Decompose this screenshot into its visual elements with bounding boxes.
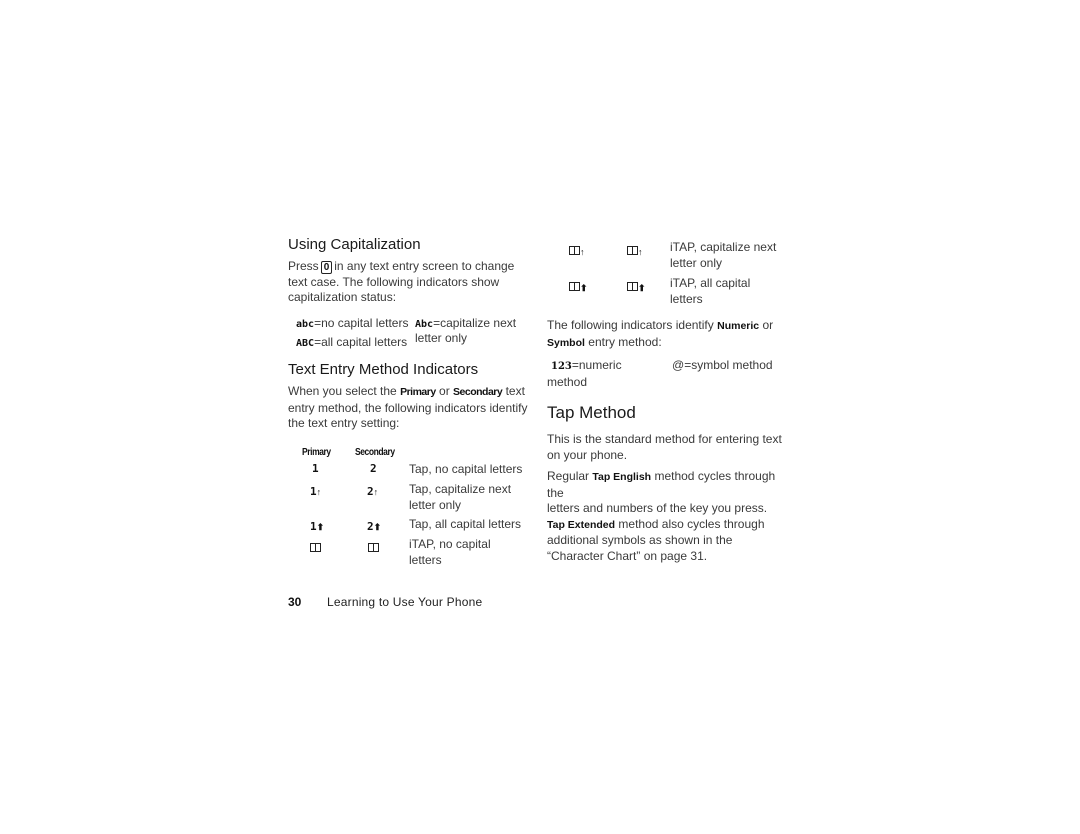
para-text: entry method: [588, 334, 662, 349]
at-symbol-icon: @ [672, 358, 685, 372]
indicator-label: =numeric [571, 358, 622, 372]
abc-lowercase-icon: abc [296, 319, 315, 330]
para-text: letters and numbers of the key you press… [547, 501, 768, 515]
para-text: on your phone. [547, 447, 628, 462]
indicator-label: =capitalize next [433, 316, 517, 330]
up-arrow-small-icon: ↑ [316, 487, 322, 497]
heading-using-capitalization: Using Capitalization [288, 236, 421, 253]
indicator-label: =symbol method [684, 358, 773, 372]
symbol-term: Symbol [547, 336, 585, 349]
desc-line: letters [409, 552, 442, 567]
indicator-label: =no capital letters [314, 316, 409, 330]
row-description: Tap, all capital letters [409, 517, 522, 531]
para-text: text [505, 384, 525, 398]
page-number: 30 [288, 595, 302, 609]
para-text: additional symbols as shown in the [547, 533, 733, 547]
indicator-label: method [547, 374, 588, 389]
itap-secondary-book-icon [368, 539, 379, 557]
numeric-123-icon: 123 [551, 361, 572, 372]
column-header-primary: Primary [302, 447, 331, 458]
character-chart-reference: “Character Chart” on page 31. [547, 548, 708, 563]
indicator-symbol: @=symbol method [672, 358, 773, 374]
book-icon [368, 543, 379, 552]
indicator-numeric: 123=numeric method [547, 358, 622, 390]
section-title: Learning to Use Your Phone [327, 595, 483, 609]
row-description: Tap, no capital letters [409, 462, 523, 476]
abc-uppercase-icon: ABC [296, 338, 315, 349]
up-arrow-small-icon: ↑ [373, 487, 379, 497]
secondary-term: Secondary [453, 386, 503, 398]
para-text: in any text entry screen to change [334, 259, 515, 273]
desc-line: letter only [409, 497, 462, 512]
heading-text-entry-method-indicators: Text Entry Method Indicators [288, 361, 479, 378]
itap-all-caps-primary-icon: ⬆ [569, 278, 588, 296]
tap-capitalize-primary-icon: 1↑ [310, 482, 321, 500]
itap-row-description: iTAP, capitalize next letter only [670, 240, 776, 271]
tap-primary-icon: 1 [312, 462, 319, 475]
digit: 1 [310, 520, 317, 533]
up-arrow-bold-icon: ⬆ [638, 283, 646, 293]
column-header-secondary: Secondary [355, 447, 395, 458]
numeric-symbol-paragraph: The following indicators identify Numeri… [547, 318, 792, 351]
row-description: iTAP, no capital letters [409, 537, 491, 568]
para-text: entry method, the following indicators i… [288, 400, 528, 415]
tap-method-paragraph-1: This is the standard method for entering… [547, 432, 792, 463]
itap-capitalize-primary-icon: ↑ [569, 242, 585, 260]
book-icon [627, 282, 638, 291]
desc-line: letter only [670, 255, 723, 270]
para-text: Regular [547, 469, 590, 483]
itap-capitalize-secondary-icon: ↑ [627, 242, 643, 260]
tap-english-term: Tap English [592, 471, 652, 483]
up-arrow-bold-icon: ⬆ [316, 522, 325, 532]
up-arrow-bold-icon: ⬆ [580, 283, 588, 293]
para-text: Press [288, 259, 319, 273]
capitalization-paragraph: Press 0 in any text entry screen to change… [288, 259, 528, 306]
para-text: or [439, 384, 450, 398]
book-icon [569, 246, 580, 255]
desc-line: letters [670, 291, 703, 306]
up-arrow-small-icon: ↑ [580, 247, 585, 257]
tap-secondary-icon: 2 [370, 462, 377, 475]
heading-tap-method: Tap Method [547, 403, 636, 422]
desc-line: iTAP, no capital [409, 537, 491, 551]
up-arrow-small-icon: ↑ [638, 247, 643, 257]
para-text: This is the standard method for entering… [547, 432, 782, 446]
tap-method-paragraph-2: Regular Tap English method cycles throug… [547, 469, 792, 564]
para-text: the text entry setting: [288, 416, 400, 430]
tap-all-caps-primary-icon: 1⬆ [310, 517, 324, 535]
desc-line: iTAP, all capital [670, 276, 751, 290]
para-text: or [762, 318, 774, 332]
primary-term: Primary [400, 386, 436, 398]
para-text: text case. The following indicators show [288, 274, 500, 289]
itap-primary-book-icon [310, 539, 321, 557]
digit: 1 [310, 485, 317, 498]
itap-all-caps-secondary-icon: ⬆ [627, 278, 646, 296]
para-text: The following indicators identify [547, 318, 714, 332]
book-icon [310, 543, 321, 552]
text-entry-paragraph: When you select the Primary or Secondary… [288, 384, 528, 432]
itap-row-description: iTAP, all capital letters [670, 276, 750, 307]
indicator-label: =all capital letters [314, 335, 408, 349]
para-text: capitalization status: [288, 290, 397, 304]
book-icon [569, 282, 580, 291]
digit: 2 [367, 520, 374, 533]
digit: 2 [367, 485, 374, 498]
numeric-term: Numeric [717, 320, 760, 332]
tap-capitalize-secondary-icon: 2↑ [367, 482, 378, 500]
up-arrow-bold-icon: ⬆ [373, 522, 382, 532]
desc-line: Tap, capitalize next [409, 482, 512, 496]
tap-all-caps-secondary-icon: 2⬆ [367, 517, 381, 535]
tap-extended-term: Tap Extended [547, 518, 616, 531]
desc-line: iTAP, capitalize next [670, 240, 777, 254]
indicator-no-capital: abc=no capital letters [296, 316, 408, 333]
indicator-all-capital: ABC=all capital letters [296, 335, 407, 352]
row-description: Tap, capitalize next letter only [409, 482, 511, 513]
book-icon [627, 246, 638, 255]
para-text: method also cycles through [618, 516, 765, 531]
abc-capitalized-icon: Abc [415, 319, 434, 330]
zero-key-icon: 0 [320, 261, 333, 274]
para-text: When you select the [288, 384, 397, 398]
indicator-capitalize-next-cont: letter only [415, 331, 468, 345]
